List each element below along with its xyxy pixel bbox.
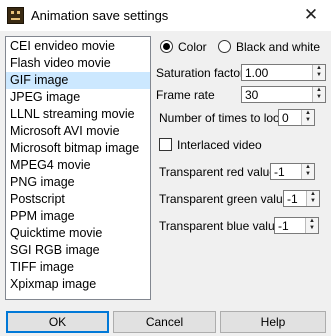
- radio-selected-dot: [163, 43, 170, 50]
- list-item[interactable]: PNG image: [6, 174, 150, 191]
- help-button[interactable]: Help: [220, 311, 326, 333]
- list-item[interactable]: Quicktime movie: [6, 225, 150, 242]
- saturation-value[interactable]: 1.00: [245, 66, 268, 80]
- close-button[interactable]: ✕: [296, 2, 326, 28]
- spin-up-icon[interactable]: ▲: [313, 65, 325, 72]
- window-title: Animation save settings: [31, 8, 169, 23]
- spin-down-icon[interactable]: ▼: [302, 171, 314, 178]
- transparent-green-value[interactable]: -1: [287, 192, 298, 206]
- transparent-blue-label: Transparent blue value: [159, 219, 282, 233]
- color-radio[interactable]: Color: [160, 39, 220, 55]
- list-item[interactable]: SGI RGB image: [6, 242, 150, 259]
- loop-count-value[interactable]: 0: [282, 111, 289, 125]
- loop-count-spinbox[interactable]: 0 ▲ ▼: [278, 109, 315, 126]
- app-icon: [7, 7, 24, 24]
- black-and-white-radio-label: Black and white: [236, 40, 321, 54]
- ok-button[interactable]: OK: [6, 311, 109, 333]
- interlaced-checkbox-box[interactable]: [159, 138, 172, 151]
- spin-down-icon[interactable]: ▼: [313, 94, 325, 101]
- saturation-spinbox[interactable]: 1.00 ▲ ▼: [241, 64, 326, 81]
- title-bar[interactable]: Animation save settings ✕: [0, 0, 331, 31]
- spin-up-icon[interactable]: ▲: [313, 87, 325, 94]
- list-item[interactable]: Postscript: [6, 191, 150, 208]
- transparent-green-label: Transparent green value: [159, 192, 290, 206]
- spin-up-icon[interactable]: ▲: [302, 110, 314, 117]
- cancel-button[interactable]: Cancel: [113, 311, 216, 333]
- spin-down-icon[interactable]: ▼: [313, 72, 325, 79]
- transparent-blue-value[interactable]: -1: [278, 219, 289, 233]
- spin-up-icon[interactable]: ▲: [302, 164, 314, 171]
- list-item[interactable]: Flash video movie: [6, 55, 150, 72]
- spin-down-icon[interactable]: ▼: [307, 198, 319, 205]
- color-radio-circle[interactable]: [160, 40, 173, 53]
- close-icon: ✕: [303, 5, 319, 24]
- transparent-green-spinbox[interactable]: -1 ▲ ▼: [283, 190, 320, 207]
- list-item[interactable]: PPM image: [6, 208, 150, 225]
- frame-rate-value[interactable]: 30: [245, 88, 258, 102]
- spin-down-icon[interactable]: ▼: [302, 117, 314, 124]
- spin-down-icon[interactable]: ▼: [306, 225, 318, 232]
- list-item[interactable]: TIFF image: [6, 259, 150, 276]
- list-item[interactable]: JPEG image: [6, 89, 150, 106]
- color-radio-label: Color: [178, 40, 207, 54]
- list-item[interactable]: CEI envideo movie: [6, 38, 150, 55]
- black-and-white-radio[interactable]: Black and white: [218, 39, 321, 55]
- transparent-red-spinbox[interactable]: -1 ▲ ▼: [270, 163, 315, 180]
- list-item[interactable]: MPEG4 movie: [6, 157, 150, 174]
- saturation-label: Saturation factor: [156, 66, 245, 80]
- format-list[interactable]: CEI envideo movie Flash video movie GIF im…: [5, 36, 151, 300]
- spin-up-icon[interactable]: ▲: [306, 218, 318, 225]
- list-item[interactable]: LLNL streaming movie: [6, 106, 150, 123]
- list-item[interactable]: Xpixmap image: [6, 276, 150, 293]
- list-item[interactable]: Microsoft AVI movie: [6, 123, 150, 140]
- spin-up-icon[interactable]: ▲: [307, 191, 319, 198]
- frame-rate-spinbox[interactable]: 30 ▲ ▼: [241, 86, 326, 103]
- list-item[interactable]: Microsoft bitmap image: [6, 140, 150, 157]
- interlaced-label: Interlaced video: [177, 138, 262, 152]
- black-and-white-radio-circle[interactable]: [218, 40, 231, 53]
- loop-count-label: Number of times to loop: [159, 111, 287, 125]
- frame-rate-label: Frame rate: [156, 88, 215, 102]
- list-item[interactable]: GIF image: [6, 72, 150, 89]
- transparent-red-value[interactable]: -1: [274, 165, 285, 179]
- transparent-red-label: Transparent red value: [159, 165, 276, 179]
- transparent-blue-spinbox[interactable]: -1 ▲ ▼: [274, 217, 319, 234]
